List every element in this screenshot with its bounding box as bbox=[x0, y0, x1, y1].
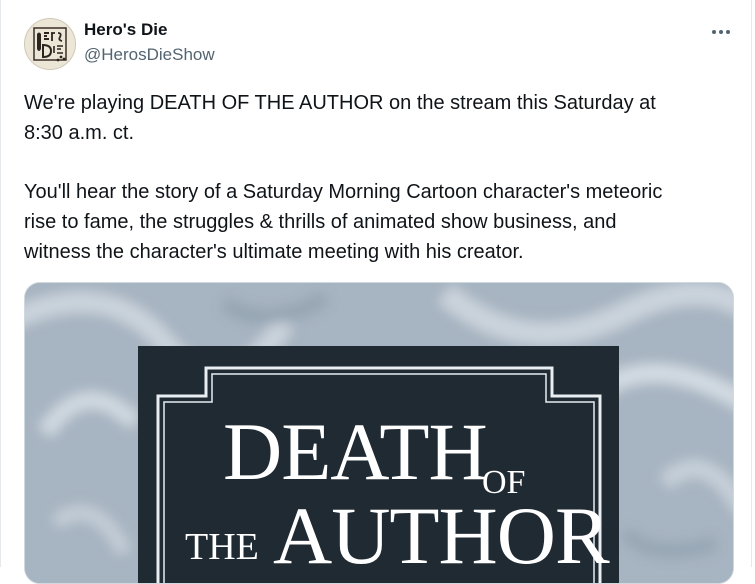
poster-title-the: THE bbox=[185, 526, 259, 568]
dice-logo-icon bbox=[25, 19, 75, 69]
tweet-card: Hero's Die @HerosDieShow We're playing D… bbox=[0, 0, 752, 584]
more-options-icon[interactable] bbox=[707, 22, 735, 42]
tweet-text: We're playing DEATH OF THE AUTHOR on the… bbox=[24, 88, 724, 296]
tweet-paragraph-2: You'll hear the story of a Saturday Morn… bbox=[24, 181, 663, 263]
poster-image: DEATH OF THE AUTHOR bbox=[25, 283, 733, 583]
tweet-media-image[interactable]: DEATH OF THE AUTHOR bbox=[24, 282, 734, 584]
author-display-name[interactable]: Hero's Die bbox=[84, 20, 167, 40]
poster-title-death: DEATH bbox=[223, 406, 487, 497]
tweet-paragraph-1: We're playing DEATH OF THE AUTHOR on the… bbox=[24, 92, 656, 144]
avatar[interactable] bbox=[24, 18, 76, 70]
poster-title-author: AUTHOR bbox=[273, 490, 610, 581]
author-handle[interactable]: @HerosDieShow bbox=[84, 45, 215, 65]
